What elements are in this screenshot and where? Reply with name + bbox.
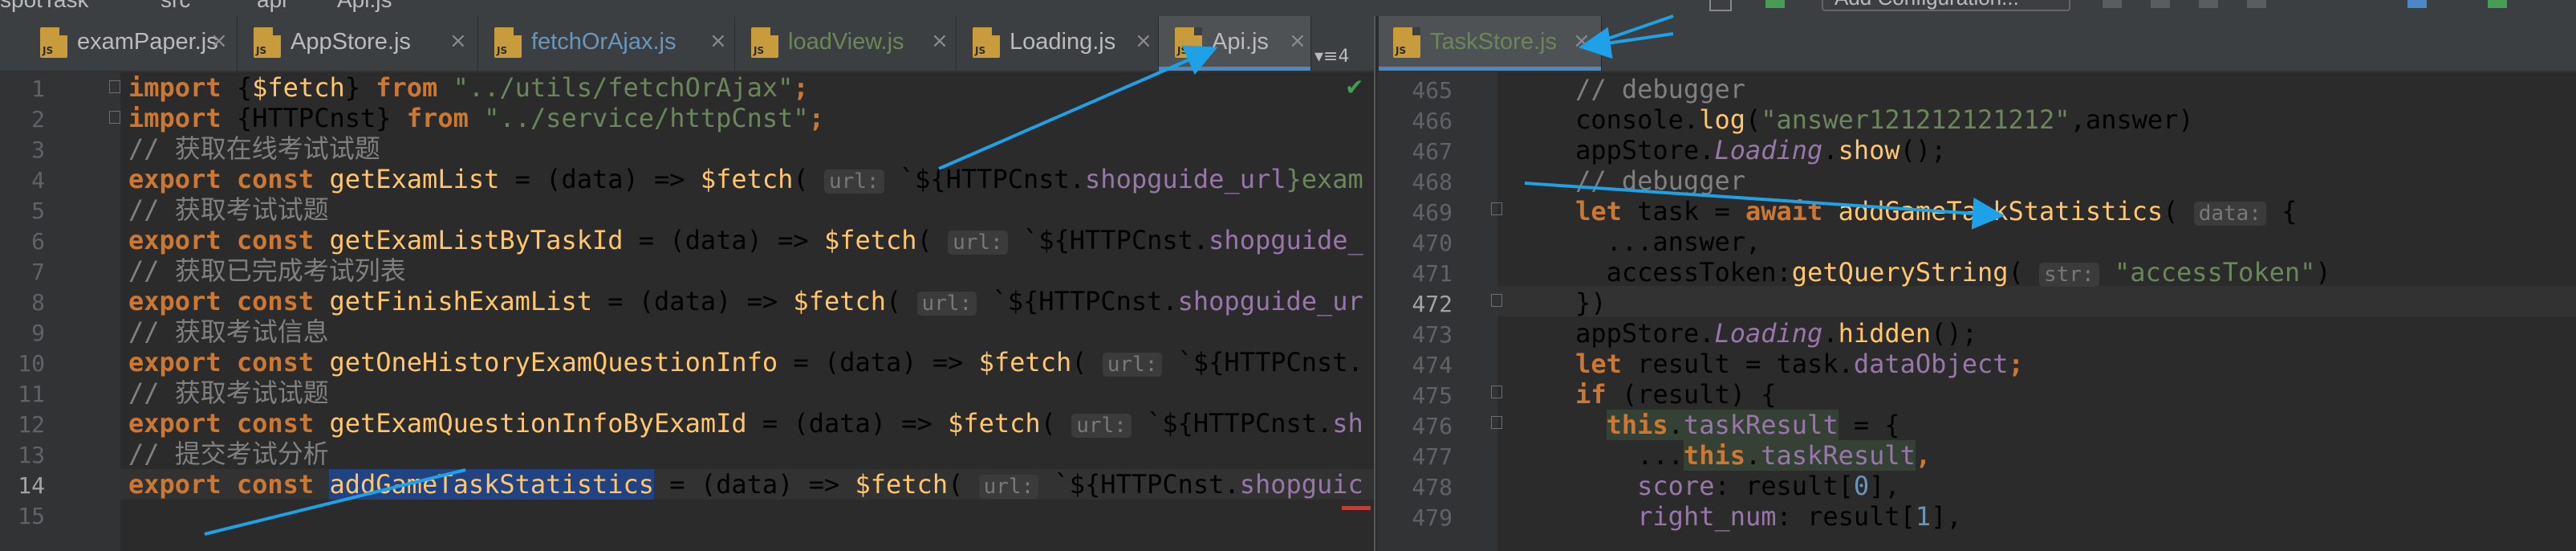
arrow-to-await-call bbox=[1524, 182, 2005, 230]
arrow-to-taskstore-tab bbox=[1579, 27, 1674, 59]
annotation-arrows bbox=[204, 14, 2005, 536]
arrow-to-taskstore-tab-shaft bbox=[1584, 14, 1674, 48]
arrow-to-api-tab bbox=[938, 45, 1218, 170]
arrow-to-export-line bbox=[204, 468, 466, 536]
